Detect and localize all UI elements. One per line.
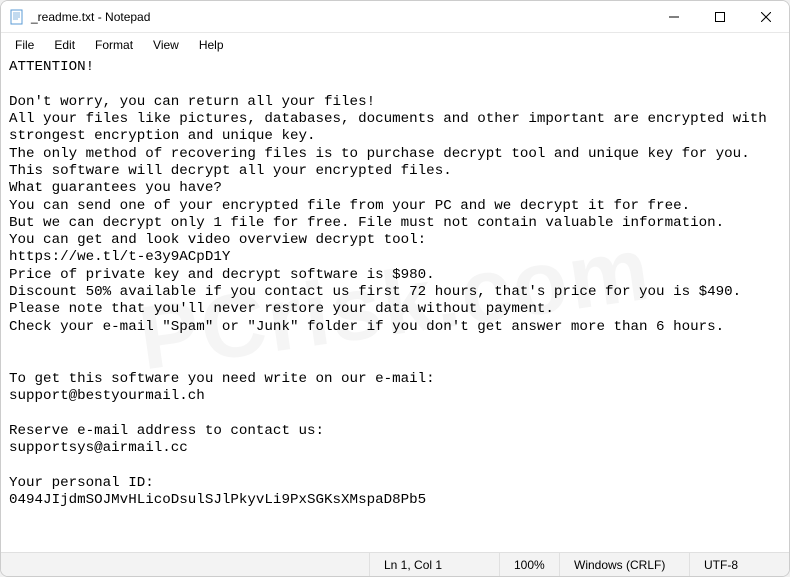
notepad-icon [9, 9, 25, 25]
status-encoding: UTF-8 [689, 553, 789, 576]
text-content: ATTENTION! Don't worry, you can return a… [9, 59, 775, 508]
close-button[interactable] [743, 1, 789, 33]
menu-help[interactable]: Help [189, 36, 234, 54]
maximize-button[interactable] [697, 1, 743, 33]
menubar: File Edit Format View Help [1, 33, 789, 57]
menu-file[interactable]: File [5, 36, 44, 54]
text-area[interactable]: ATTENTION! Don't worry, you can return a… [1, 57, 789, 552]
menu-format[interactable]: Format [85, 36, 143, 54]
notepad-window: _readme.txt - Notepad File Edit Format V… [0, 0, 790, 577]
titlebar: _readme.txt - Notepad [1, 1, 789, 33]
menu-edit[interactable]: Edit [44, 36, 85, 54]
status-zoom: 100% [499, 553, 559, 576]
status-position: Ln 1, Col 1 [369, 553, 499, 576]
menu-view[interactable]: View [143, 36, 189, 54]
minimize-button[interactable] [651, 1, 697, 33]
window-title: _readme.txt - Notepad [31, 10, 651, 24]
status-lineending: Windows (CRLF) [559, 553, 689, 576]
statusbar: Ln 1, Col 1 100% Windows (CRLF) UTF-8 [1, 552, 789, 576]
window-controls [651, 1, 789, 32]
